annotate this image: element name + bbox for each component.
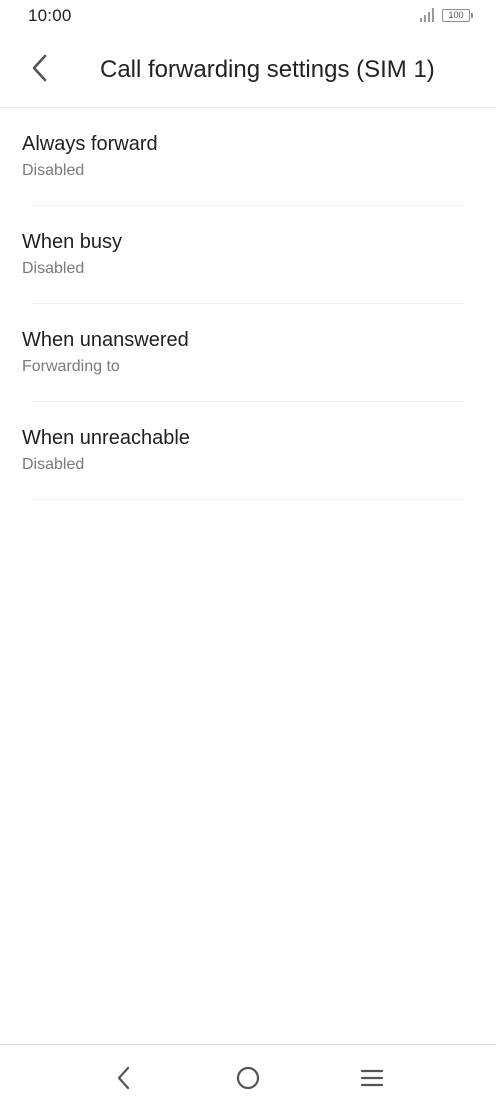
settings-list: Always forward Disabled When busy Disabl… [0,108,496,500]
battery-icon: 100 [442,8,473,22]
setting-status: Forwarding to [22,358,120,375]
setting-when-unreachable[interactable]: When unreachable Disabled [0,402,496,500]
setting-status: Disabled [22,456,85,473]
setting-title: Always forward [22,133,158,155]
chevron-left-icon [32,54,47,82]
back-button[interactable] [20,46,60,90]
nav-home-icon [236,1066,260,1090]
setting-status: Disabled [22,162,85,179]
setting-title: When unanswered [22,329,189,351]
setting-when-busy[interactable]: When busy Disabled [0,206,496,304]
top-app-bar: Call forwarding settings (SIM 1) [0,32,496,108]
page-title: Call forwarding settings (SIM 1) [100,56,435,83]
nav-back-button[interactable] [104,1061,144,1095]
nav-home-button[interactable] [228,1061,268,1095]
system-nav-bar [0,1044,496,1110]
status-bar: 10:00 100 [0,0,496,32]
setting-title: When unreachable [22,427,190,449]
nav-menu-button[interactable] [352,1061,392,1095]
setting-status: Disabled [22,260,85,277]
status-indicators: 100 [420,8,473,22]
nav-menu-icon [360,1069,384,1087]
setting-title: When busy [22,231,123,253]
setting-when-unanswered[interactable]: When unanswered Forwarding to [0,304,496,402]
setting-always-forward[interactable]: Always forward Disabled [0,108,496,206]
nav-back-icon [117,1066,130,1090]
battery-level: 100 [448,9,464,20]
divider [32,499,464,500]
status-time: 10:00 [28,6,72,25]
signal-icon [420,8,434,22]
